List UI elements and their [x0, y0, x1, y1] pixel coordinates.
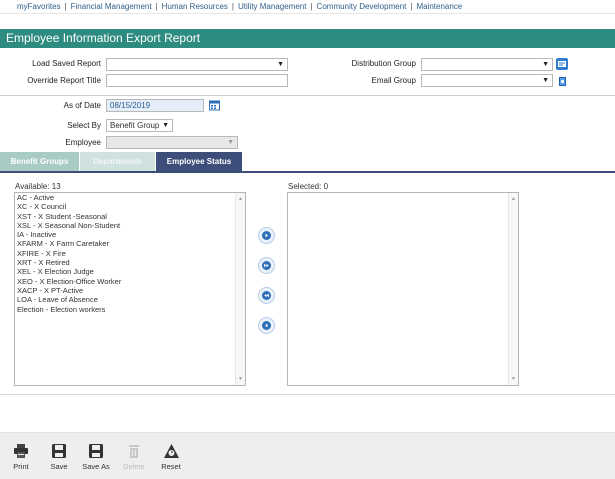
available-count: Available: 13	[15, 182, 61, 191]
nav-item-human-resources[interactable]: Human Resources	[162, 2, 228, 11]
override-report-title-label: Override Report Title	[27, 76, 101, 85]
calendar-icon[interactable]	[208, 99, 220, 111]
nav-separator: |	[64, 2, 67, 11]
email-group-select[interactable]: ▼	[421, 74, 553, 87]
list-item[interactable]: XFARM - X Farm Caretaker	[15, 239, 245, 248]
select-by-select[interactable]: Benefit Group ▼	[106, 119, 173, 132]
list-item[interactable]: AC - Active	[15, 193, 245, 202]
list-item[interactable]: XSL - X Seasonal Non-Student	[15, 221, 245, 230]
reset-button[interactable]: Reset	[155, 443, 187, 471]
email-group-label: Email Group	[371, 76, 416, 85]
override-report-title-input[interactable]	[106, 74, 288, 87]
list-item[interactable]: IA - Inactive	[15, 230, 245, 239]
bottom-toolbar: Print Save Save As Delete Reset	[0, 432, 615, 479]
employee-select[interactable]: ▼	[106, 136, 238, 149]
list-item[interactable]: XC - X Council	[15, 202, 245, 211]
nav-item-utility-management[interactable]: Utility Management	[238, 2, 306, 11]
report-options-form: Load Saved Report ▼ Override Report Titl…	[0, 48, 615, 96]
print-button[interactable]: Print	[5, 443, 37, 471]
dropdown-arrow-icon: ▼	[542, 61, 549, 68]
selected-scrollbar[interactable]: ▲ ▼	[508, 193, 518, 385]
select-by-label: Select By	[67, 121, 101, 130]
scroll-down-icon[interactable]: ▼	[238, 376, 243, 382]
load-saved-report-select[interactable]: ▼	[106, 58, 288, 71]
print-label: Print	[13, 462, 29, 471]
list-item[interactable]: XEO - X Election-Office Worker	[15, 277, 245, 286]
nav-separator: |	[410, 2, 413, 11]
list-item[interactable]: XEL - X Election Judge	[15, 267, 245, 276]
selected-count: Selected: 0	[288, 182, 329, 191]
tab-benefit-groups[interactable]: Benefit Groups	[0, 152, 79, 171]
employee-label: Employee	[65, 138, 101, 147]
save-as-label: Save As	[82, 462, 110, 471]
nav-item-community-development[interactable]: Community Development	[317, 2, 407, 11]
distribution-group-select[interactable]: ▼	[421, 58, 553, 71]
list-item[interactable]: LOA - Leave of Absence	[15, 295, 245, 304]
delete-button[interactable]: Delete	[118, 443, 150, 471]
dropdown-arrow-icon: ▼	[542, 77, 549, 84]
nav-item-maintenance[interactable]: Maintenance	[416, 2, 462, 11]
email-book-icon[interactable]	[556, 75, 568, 87]
list-item[interactable]: XRT - X Retired	[15, 258, 245, 267]
reset-warning-icon	[163, 444, 179, 458]
printer-icon	[14, 444, 28, 458]
available-list[interactable]: AC - Active XC - X Council XST - X Stude…	[14, 192, 246, 386]
page-title: Employee Information Export Report	[0, 29, 615, 48]
nav-separator: |	[231, 2, 234, 11]
distribution-group-label: Distribution Group	[351, 59, 416, 68]
floppy-disk-icon	[89, 444, 103, 458]
delete-label: Delete	[123, 462, 145, 471]
list-item[interactable]: Election - Election workers	[15, 305, 245, 314]
selected-list[interactable]: ▲ ▼	[287, 192, 519, 386]
move-all-right-icon	[262, 261, 271, 270]
move-all-left-icon	[262, 291, 271, 300]
nav-separator: |	[155, 2, 158, 11]
available-scrollbar[interactable]: ▲ ▼	[235, 193, 245, 385]
employee-status-panel: Available: 13 AC - Active XC - X Council…	[0, 171, 615, 395]
scroll-up-icon[interactable]: ▲	[511, 196, 516, 202]
floppy-disk-icon	[52, 444, 66, 458]
reset-label: Reset	[161, 462, 181, 471]
nav-separator: |	[310, 2, 313, 11]
nav-item-myfavorites[interactable]: myFavorites	[17, 2, 61, 11]
move-left-button[interactable]	[258, 317, 275, 334]
move-right-button[interactable]	[258, 227, 275, 244]
move-all-right-button[interactable]	[258, 257, 275, 274]
load-saved-report-label: Load Saved Report	[32, 59, 101, 68]
move-all-left-button[interactable]	[258, 287, 275, 304]
tab-departments[interactable]: Departments	[80, 152, 155, 171]
list-item[interactable]: XFIRE - X Fire	[15, 249, 245, 258]
save-label: Save	[50, 462, 68, 471]
nav-item-financial-management[interactable]: Financial Management	[71, 2, 152, 11]
scroll-up-icon[interactable]: ▲	[238, 196, 243, 202]
list-item[interactable]: XST - X Student -Seasonal	[15, 212, 245, 221]
move-left-icon	[262, 321, 271, 330]
scroll-down-icon[interactable]: ▼	[511, 376, 516, 382]
tab-employee-status[interactable]: Employee Status	[156, 152, 242, 171]
as-of-date-input[interactable]: 08/15/2019	[106, 99, 204, 112]
distribution-list-icon[interactable]	[556, 58, 568, 70]
selection-tabs: Benefit Groups Departments Employee Stat…	[0, 152, 615, 171]
dropdown-arrow-icon: ▼	[162, 122, 169, 129]
save-button[interactable]: Save	[43, 443, 75, 471]
as-of-date-label: As of Date	[63, 101, 101, 110]
save-as-button[interactable]: Save As	[80, 443, 112, 471]
move-right-icon	[262, 231, 271, 240]
list-item[interactable]: XACP - X PT-Active	[15, 286, 245, 295]
dropdown-arrow-icon: ▼	[277, 61, 284, 68]
trash-icon	[129, 445, 139, 458]
top-navigation: myFavorites | Financial Management | Hum…	[0, 0, 615, 14]
dropdown-arrow-icon: ▼	[227, 139, 234, 146]
